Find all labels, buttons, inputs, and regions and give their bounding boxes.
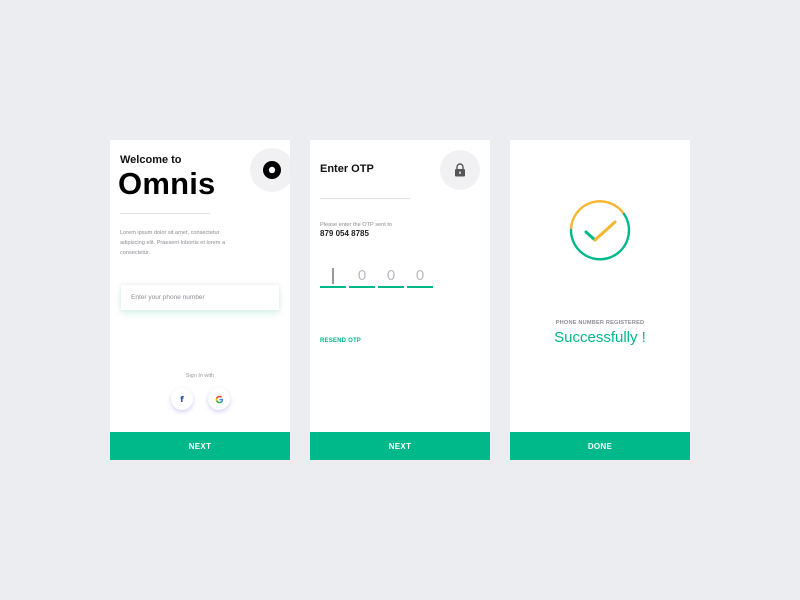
otp-card: Enter OTP Please enter the OTP sent to 8…	[310, 140, 490, 460]
welcome-greeting: Welcome to	[120, 154, 182, 166]
registered-label: PHONE NUMBER REGISTERED	[555, 320, 645, 326]
otp-title: Enter OTP	[320, 163, 374, 175]
google-sign-in-button[interactable]	[208, 388, 230, 410]
brand-title: Omnis	[118, 166, 216, 201]
omnis-logo-icon	[263, 161, 281, 179]
otp-digit-3[interactable]: 0	[378, 266, 404, 288]
next-button[interactable]: NEXT	[110, 432, 290, 460]
facebook-icon: f	[180, 394, 184, 404]
title-divider	[120, 213, 210, 214]
lock-badge	[440, 150, 480, 190]
logo-badge	[250, 148, 290, 192]
check-circle-icon	[569, 200, 631, 261]
facebook-sign-in-button[interactable]: f	[171, 388, 193, 410]
lock-icon	[455, 163, 465, 177]
phone-number-input[interactable]	[121, 285, 279, 310]
welcome-card: Welcome to Omnis Lorem ipsum dolor sit a…	[110, 140, 290, 460]
next-button[interactable]: NEXT	[310, 432, 490, 460]
otp-digit-2[interactable]: 0	[349, 266, 375, 288]
done-button[interactable]: DONE	[510, 432, 690, 460]
success-card: PHONE NUMBER REGISTERED Successfully ! D…	[510, 140, 690, 460]
google-icon	[215, 395, 223, 403]
intro-text: Lorem ipsum dolor sit amet, consectetur …	[120, 230, 226, 256]
title-divider	[320, 198, 410, 199]
sign-in-label: Sign In with	[185, 373, 215, 379]
otp-digit-1[interactable]	[320, 266, 346, 288]
otp-digit-4[interactable]: 0	[407, 266, 433, 288]
resend-otp-link[interactable]: RESEND OTP	[320, 338, 361, 344]
success-message: Successfully !	[554, 329, 646, 346]
text-cursor-icon	[332, 268, 334, 285]
otp-hint: Please enter the OTP sent to	[320, 222, 393, 228]
success-badge	[564, 194, 636, 266]
otp-phone-number: 879 054 8785	[320, 229, 369, 238]
